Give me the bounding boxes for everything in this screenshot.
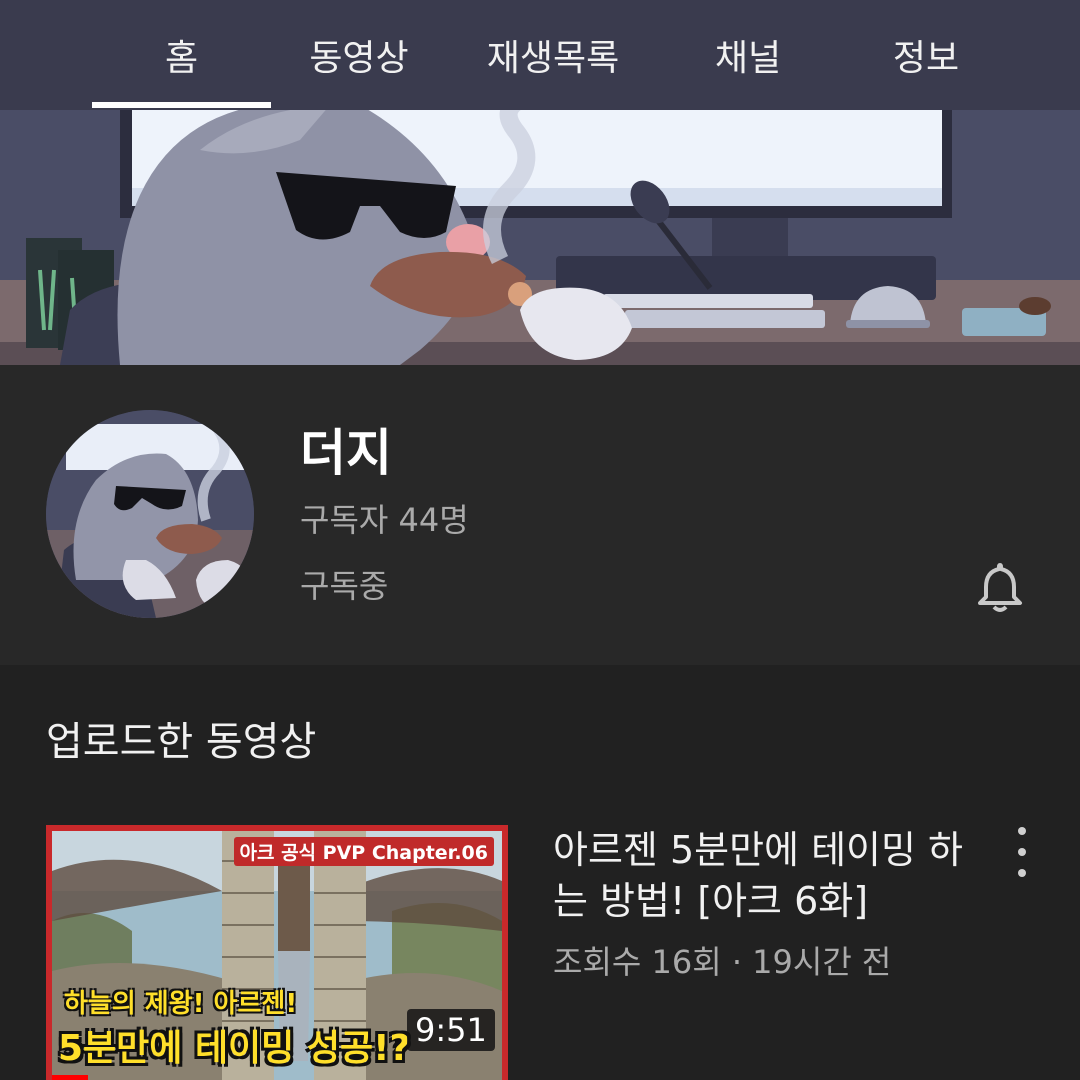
video-duration: 9:51 (407, 1009, 495, 1051)
subscribe-status-button[interactable]: 구독중 (300, 561, 388, 607)
tab-about[interactable]: 정보 (837, 0, 1015, 110)
channel-avatar[interactable] (46, 410, 254, 618)
menu-dot (1018, 869, 1026, 877)
bell-icon[interactable] (970, 557, 1030, 617)
uploads-section: 업로드한 동영상 아크 공식 PVP Chapter.06 하늘의 제왕! 아르… (0, 665, 1080, 1080)
active-tab-indicator (92, 102, 271, 108)
video-title[interactable]: 아르젠 5분만에 테이밍 하는 방법! [아크 6화] (553, 825, 973, 927)
channel-banner (0, 110, 1080, 365)
menu-dot (1018, 827, 1026, 835)
avatar-image (46, 410, 254, 618)
more-vert-icon[interactable] (1005, 827, 1039, 877)
tab-playlists[interactable]: 재생목록 (447, 0, 659, 110)
thumbnail-caption-top: 하늘의 제왕! 아르젠! (64, 989, 298, 1019)
thumbnail-image: 아크 공식 PVP Chapter.06 하늘의 제왕! 아르젠! 5분만에 테… (52, 831, 502, 1080)
thumbnail-caption-bottom: 5분만에 테이밍 성공!? (58, 1028, 411, 1069)
subscriber-count: 구독자 44명 (300, 501, 469, 539)
tab-home[interactable]: 홈 (92, 0, 271, 110)
section-title: 업로드한 동영상 (46, 719, 317, 765)
video-thumbnail[interactable]: 아크 공식 PVP Chapter.06 하늘의 제왕! 아르젠! 5분만에 테… (46, 825, 508, 1080)
video-metadata: 조회수 16회 · 19시간 전 (553, 943, 892, 981)
channel-header: 더지 구독자 44명 구독중 (0, 365, 1080, 665)
thumbnail-badge: 아크 공식 PVP Chapter.06 (233, 837, 494, 866)
watch-progress-bar (52, 1075, 88, 1080)
banner-illustration (0, 110, 1080, 365)
menu-dot (1018, 848, 1026, 856)
channel-tab-bar: 홈 동영상 재생목록 채널 정보 (0, 0, 1080, 110)
channel-name: 더지 (300, 424, 392, 482)
tab-channels[interactable]: 채널 (659, 0, 837, 110)
tab-videos[interactable]: 동영상 (271, 0, 447, 110)
